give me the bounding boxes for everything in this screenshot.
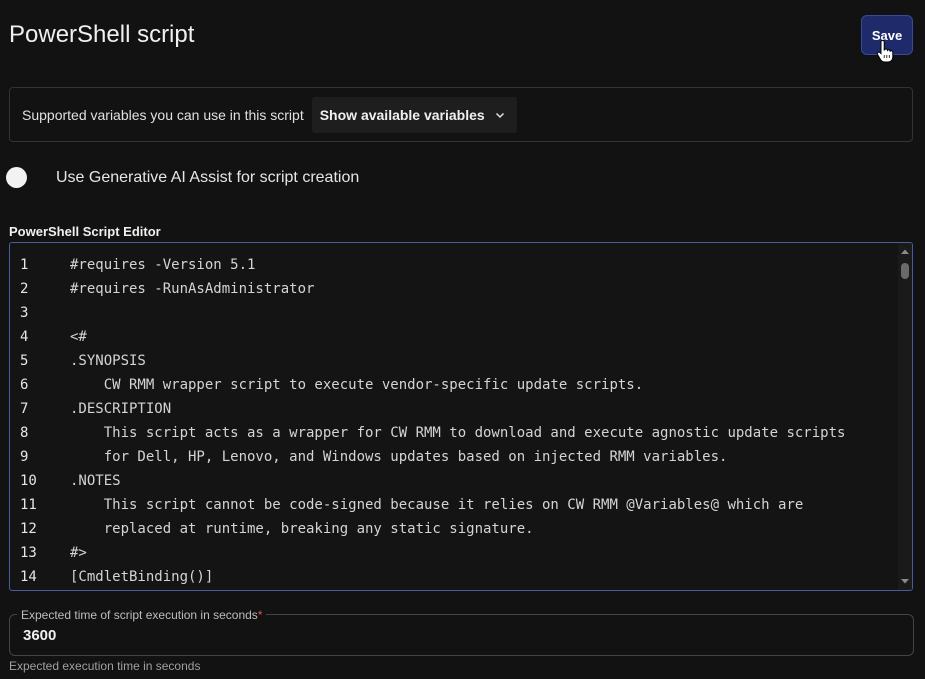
code-line[interactable]: 11 This script cannot be code-signed bec… [10, 493, 896, 517]
execution-time-label-text: Expected time of script execution in sec… [21, 608, 258, 622]
show-variables-dropdown[interactable]: Show available variables [311, 96, 517, 133]
code-line[interactable]: 4 <# [10, 325, 896, 349]
line-code: This script acts as a wrapper for CW RMM… [70, 425, 846, 441]
line-code: #requires -Version 5.1 [70, 257, 256, 273]
line-number: 12 [20, 521, 37, 537]
line-code: .SYNOPSIS [70, 353, 146, 369]
code-line[interactable]: 14 [CmdletBinding()] [10, 565, 896, 589]
ai-assist-label: Use Generative AI Assist for script crea… [56, 169, 360, 186]
code-line[interactable]: 2 #requires -RunAsAdministrator [10, 277, 896, 301]
line-code: <# [70, 329, 87, 345]
line-code: #requires -RunAsAdministrator [70, 281, 315, 297]
line-code: .NOTES [70, 473, 121, 489]
line-number: 14 [20, 569, 37, 585]
line-code: #> [70, 545, 87, 561]
chevron-down-icon [495, 112, 504, 118]
line-number: 5 [20, 353, 29, 369]
code-line[interactable]: 1 #requires -Version 5.1 [10, 253, 896, 277]
line-number: 2 [20, 281, 29, 297]
hand-pointer-icon [876, 40, 894, 63]
execution-time-input[interactable]: 3600 [23, 627, 56, 644]
line-code: .DESCRIPTION [70, 401, 172, 417]
variables-panel: Supported variables you can use in this … [9, 87, 913, 142]
scroll-down-icon[interactable] [901, 577, 909, 585]
line-number: 10 [20, 473, 37, 489]
code-lines: 1 #requires -Version 5.1 2 #requires -RunAs… [10, 253, 896, 589]
script-editor[interactable]: 1 #requires -Version 5.1 2 #requires -RunAs… [9, 242, 913, 591]
line-number: 6 [20, 377, 29, 393]
editor-scrollbar[interactable] [898, 243, 912, 590]
line-code: for Dell, HP, Lenovo, and Windows update… [70, 449, 728, 465]
variables-label: Supported variables you can use in this … [22, 106, 304, 123]
code-line[interactable]: 10 .NOTES [10, 469, 896, 493]
line-number: 1 [20, 257, 29, 273]
execution-time-field[interactable]: Expected time of script execution in sec… [9, 608, 914, 656]
line-number: 8 [20, 425, 29, 441]
line-number: 7 [20, 401, 29, 417]
line-code: replaced at runtime, breaking any static… [70, 521, 534, 537]
line-number: 4 [20, 329, 29, 345]
code-line[interactable]: 7 .DESCRIPTION [10, 397, 896, 421]
line-number: 9 [20, 449, 29, 465]
code-line[interactable]: 12 replaced at runtime, breaking any sta… [10, 517, 896, 541]
line-number: 3 [20, 305, 29, 321]
line-code: This script cannot be code-signed becaus… [70, 497, 804, 513]
page-title: PowerShell script [9, 21, 195, 48]
code-line[interactable]: 5 .SYNOPSIS [10, 349, 896, 373]
scroll-up-icon[interactable] [901, 248, 909, 256]
scroll-thumb[interactable] [901, 263, 909, 279]
code-line[interactable]: 6 CW RMM wrapper script to execute vendo… [10, 373, 896, 397]
code-line[interactable]: 8 This script acts as a wrapper for CW R… [10, 421, 896, 445]
ai-assist-toggle[interactable] [6, 167, 27, 188]
line-code: [CmdletBinding()] [70, 569, 214, 585]
line-code: CW RMM wrapper script to execute vendor-… [70, 377, 644, 393]
line-number: 11 [20, 497, 37, 513]
code-line[interactable]: 3 [10, 301, 896, 325]
required-mark: * [257, 608, 263, 622]
execution-time-label: Expected time of script execution in sec… [17, 608, 267, 622]
code-line[interactable]: 9 for Dell, HP, Lenovo, and Windows upda… [10, 445, 896, 469]
code-line[interactable]: 13 #> [10, 541, 896, 565]
line-number: 13 [20, 545, 37, 561]
editor-label: PowerShell Script Editor [9, 224, 161, 239]
execution-time-helper: Expected execution time in seconds [9, 659, 201, 673]
show-variables-label: Show available variables [319, 106, 485, 123]
